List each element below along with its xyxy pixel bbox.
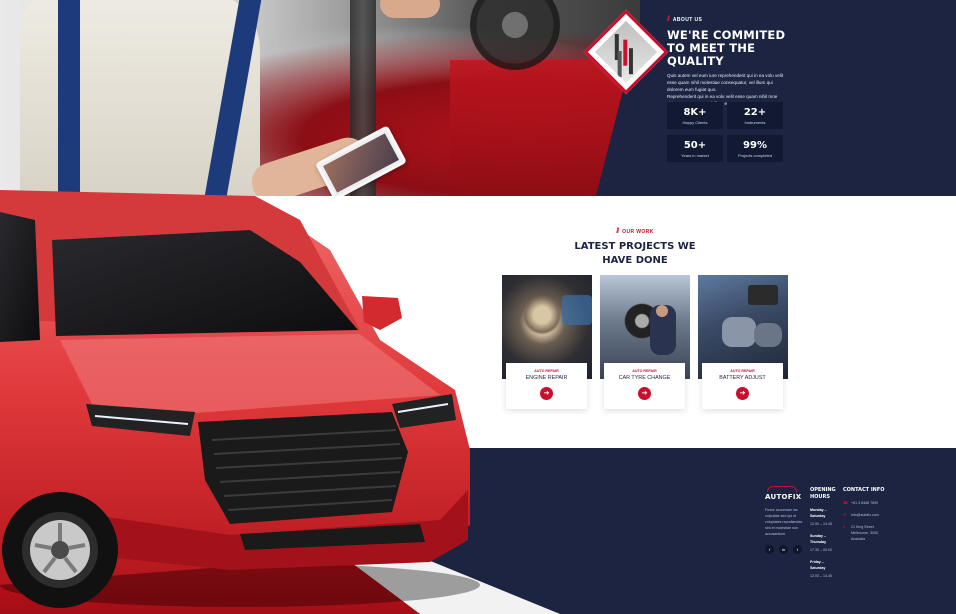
stat-box: 99% Projects completed [727, 135, 783, 162]
projects-eyebrow: // OUR WORK [616, 228, 654, 235]
arrow-right-icon[interactable]: ➔ [638, 387, 651, 400]
project-title: BATTERY ADJUST [719, 375, 766, 381]
project-title: CAR TYRE CHANGE [618, 375, 671, 381]
stat-box: 8K+ Happy Clients [667, 102, 723, 129]
project-category: AUTO REPAIR [632, 369, 657, 373]
hours-day: Monday – Saturday [810, 508, 827, 518]
red-suv-image [0, 190, 480, 608]
project-title: ENGINE REPAIR [525, 375, 568, 381]
contact-heading: CONTACT INFO [843, 487, 885, 493]
location-pin-icon: ● [843, 524, 846, 529]
stat-box: 50+ Years in market [667, 135, 723, 162]
twitter-icon[interactable]: t [793, 545, 802, 554]
mechanic-photo [0, 0, 640, 196]
slash-icon: // [616, 228, 619, 235]
car-logo-icon [767, 486, 797, 492]
facebook-icon[interactable]: f [765, 545, 774, 554]
stat-label: Projects completed [737, 153, 772, 158]
stat-label: Happy Clients [682, 120, 708, 125]
slash-icon: // [667, 16, 670, 23]
hours-heading: OPENING HOURS [810, 487, 836, 500]
linkedin-icon[interactable]: in [779, 545, 788, 554]
stat-value: 99% [743, 140, 767, 151]
project-card-engine-repair[interactable]: AUTO REPAIR ENGINE REPAIR ➔ [502, 275, 592, 409]
project-cards: AUTO REPAIR ENGINE REPAIR ➔ AUTO REPAIR … [502, 275, 788, 409]
stat-value: 8K+ [683, 107, 707, 118]
about-title: WE'RE COMMITED TO MEET THE QUALITY [667, 28, 786, 68]
stat-label: Instruments [744, 120, 766, 125]
arrow-right-icon[interactable]: ➔ [736, 387, 749, 400]
projects-title: LATEST PROJECTS WE HAVE DONE [574, 241, 696, 266]
about-paragraph-1: Quis autem vel eum iure reprehenderit qu… [667, 73, 784, 92]
about-eyebrow: // ABOUT US [667, 16, 703, 23]
stat-label: Years in market [681, 153, 709, 158]
project-category: AUTO REPAIR [730, 369, 755, 373]
project-card-battery-adjust[interactable]: AUTO REPAIR BATTERY ADJUST ➔ [698, 275, 788, 409]
hours-time: 12.00 – 14.45 [810, 574, 832, 578]
contact-info: CONTACT INFO ☎ +61 3 8488 7890 ✉ info@au… [843, 487, 933, 542]
contact-address: 21 King Street Melbourne, 3000, Australi… [851, 525, 879, 541]
hours-time: 12.00 – 14.45 [810, 522, 832, 526]
stat-value: 22+ [743, 107, 767, 118]
contact-email-row: ✉ info@autofix.com [843, 512, 933, 518]
contact-email[interactable]: info@autofix.com [851, 512, 879, 518]
project-category: AUTO REPAIR [534, 369, 559, 373]
project-card-car-tyre-change[interactable]: AUTO REPAIR CAR TYRE CHANGE ➔ [600, 275, 690, 409]
mail-icon: ✉ [843, 512, 847, 517]
contact-address-row: ● 21 King Street Melbourne, 3000, Austra… [843, 524, 933, 542]
footer-description: Fusce accumsan lac vulputate sed qui et … [765, 508, 803, 536]
contact-phone-row: ☎ +61 3 8488 7890 [843, 500, 933, 506]
hours-time: 17.30 – 00.00 [810, 548, 832, 552]
contact-phone[interactable]: +61 3 8488 7890 [851, 500, 878, 506]
arrow-right-icon[interactable]: ➔ [540, 387, 553, 400]
stat-box: 22+ Instruments [727, 102, 783, 129]
phone-icon: ☎ [843, 500, 848, 505]
stats-grid: 8K+ Happy Clients 22+ Instruments 50+ Ye… [667, 102, 787, 162]
hours-day: Friday – Saturday [810, 560, 826, 570]
footer-logo[interactable]: AUTOFIX [765, 493, 809, 501]
footer-brand: AUTOFIX Fusce accumsan lac vulputate sed… [765, 486, 809, 554]
stat-value: 50+ [683, 140, 707, 151]
opening-hours: OPENING HOURS Monday – Saturday 12.00 – … [810, 487, 840, 579]
projects-header: // OUR WORK LATEST PROJECTS WE HAVE DONE [470, 228, 800, 268]
about-content: // ABOUT US WE'RE COMMITED TO MEET THE Q… [667, 16, 947, 107]
hours-day: Sunday – Thursday [810, 534, 827, 544]
social-links: f in t [765, 545, 809, 554]
